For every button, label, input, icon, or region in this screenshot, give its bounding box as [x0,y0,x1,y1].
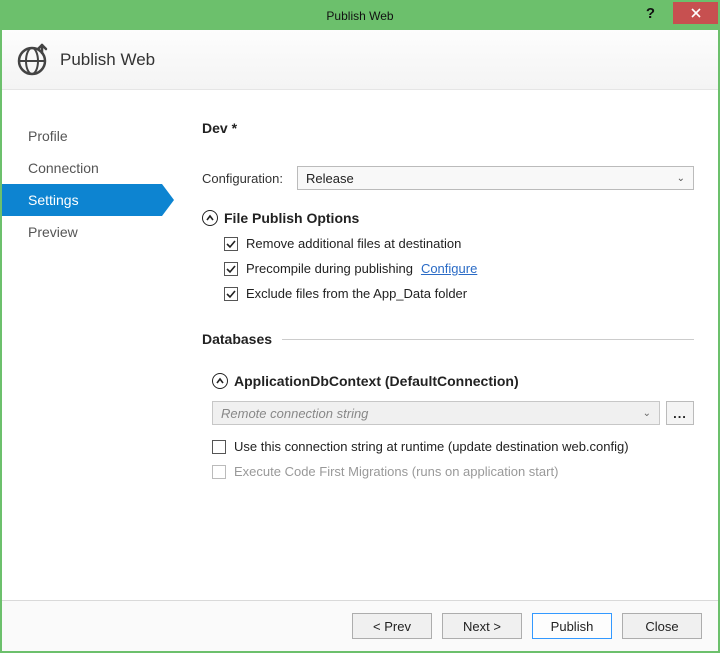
file-publish-heading: File Publish Options [202,210,694,226]
configuration-value: Release [306,171,354,186]
close-icon [691,8,701,18]
collapse-toggle-db-context[interactable] [212,373,228,389]
publish-web-dialog: Publish Web ? Publish Web [0,0,720,653]
dialog-body: Profile Connection Settings Preview Dev … [2,90,718,600]
dialog-title: Publish Web [60,50,155,70]
check-icon [226,239,236,249]
dialog-footer: < Prev Next > Publish Close [2,600,718,651]
connection-string-placeholder: Remote connection string [221,406,368,421]
chevron-up-icon [216,377,224,385]
remove-files-label: Remove additional files at destination [246,236,461,251]
titlebar: Publish Web ? [2,2,718,30]
chevron-down-icon: ⌄ [677,173,685,184]
publish-button[interactable]: Publish [532,613,612,639]
collapse-toggle-file-publish[interactable] [202,210,218,226]
chevron-down-icon: ⌄ [643,408,651,419]
databases-heading: Databases [202,331,272,347]
precompile-configure-link[interactable]: Configure [421,261,477,276]
check-icon [226,289,236,299]
db-context-name: ApplicationDbContext (DefaultConnection) [234,373,519,389]
use-conn-runtime-checkbox[interactable] [212,440,226,454]
exclude-appdata-checkbox[interactable] [224,287,238,301]
exclude-appdata-label: Exclude files from the App_Data folder [246,286,467,301]
wizard-sidebar: Profile Connection Settings Preview [2,90,162,600]
configuration-row: Configuration: Release ⌄ [202,166,694,190]
execute-migrations-checkbox [212,465,226,479]
chevron-up-icon [206,214,214,222]
close-button[interactable]: Close [622,613,702,639]
check-icon [226,264,236,274]
databases-section: Databases ApplicationDbContext (DefaultC… [202,331,694,479]
help-button[interactable]: ? [628,2,673,24]
sidebar-item-preview[interactable]: Preview [2,216,162,248]
sidebar-item-profile[interactable]: Profile [2,120,162,152]
window-controls: ? [628,2,718,24]
precompile-checkbox[interactable] [224,262,238,276]
divider [282,339,694,340]
globe-publish-icon [16,43,50,77]
connection-browse-button[interactable]: ... [666,401,694,425]
settings-panel: Dev * Configuration: Release ⌄ File Publ… [162,90,718,600]
precompile-label: Precompile during publishing [246,261,413,276]
configuration-label: Configuration: [202,171,297,186]
connection-string-combo[interactable]: Remote connection string ⌄ [212,401,660,425]
execute-migrations-label: Execute Code First Migrations (runs on a… [234,464,558,479]
window-title: Publish Web [326,9,393,23]
next-button[interactable]: Next > [442,613,522,639]
prev-button[interactable]: < Prev [352,613,432,639]
file-publish-heading-text: File Publish Options [224,210,359,226]
db-context-heading: ApplicationDbContext (DefaultConnection) [212,373,694,389]
sidebar-item-settings[interactable]: Settings [2,184,162,216]
remove-files-checkbox[interactable] [224,237,238,251]
dialog-header: Publish Web [2,30,718,90]
use-conn-runtime-label: Use this connection string at runtime (u… [234,439,629,454]
profile-name-label: Dev * [202,120,694,136]
sidebar-item-connection[interactable]: Connection [2,152,162,184]
configuration-select[interactable]: Release ⌄ [297,166,694,190]
window-close-button[interactable] [673,2,718,24]
